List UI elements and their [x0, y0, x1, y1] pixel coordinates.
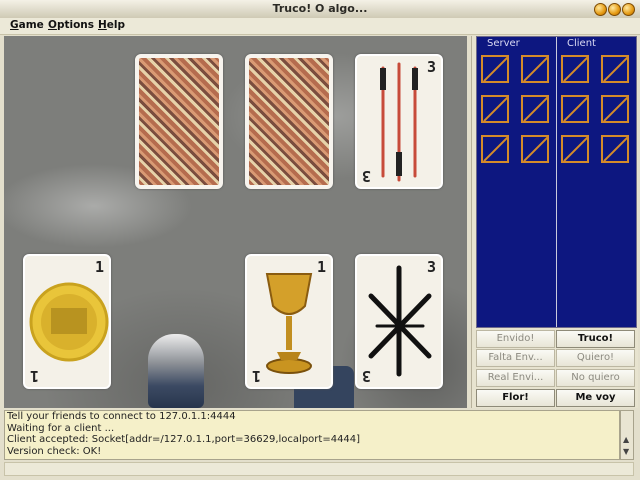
envido-button[interactable]: Envido! — [476, 330, 555, 348]
sneaker-image — [148, 334, 204, 408]
player-card-cup[interactable]: 1 1 — [245, 254, 333, 389]
log-line: Waiting for a client ... — [7, 422, 115, 434]
window-titlebar[interactable]: Truco! O algo... — [0, 0, 640, 19]
falta-envido-button[interactable]: Falta Env... — [476, 349, 555, 367]
club-suit-icon — [368, 265, 432, 377]
score-mark-icon — [601, 55, 629, 83]
score-mark-icon — [481, 55, 509, 83]
minimize-icon[interactable] — [594, 3, 607, 16]
window-title: Truco! O algo... — [272, 2, 368, 15]
quiero-button[interactable]: Quiero! — [556, 349, 635, 367]
score-mark-icon — [521, 135, 549, 163]
menu-game[interactable]: Game — [10, 19, 44, 31]
player-card-club[interactable]: 3 3 — [355, 254, 443, 389]
side-panel: Server Client Envido! Truco! Falta Env..… — [471, 36, 638, 408]
score-mark-icon — [481, 95, 509, 123]
sword-suit-icon — [380, 62, 418, 182]
menu-options[interactable]: Options — [48, 19, 94, 31]
menu-bar: Game Options Help — [0, 18, 640, 35]
score-mark-icon — [601, 95, 629, 123]
client-label: Client — [567, 38, 596, 49]
log-line: Tell your friends to connect to 127.0.1.… — [7, 411, 236, 422]
score-mark-icon — [561, 55, 589, 83]
no-quiero-button[interactable]: No quiero — [556, 369, 635, 387]
score-mark-icon — [561, 95, 589, 123]
menu-help[interactable]: Help — [98, 19, 125, 31]
me-voy-button[interactable]: Me voy — [556, 389, 635, 407]
game-table: 3 3 1 1 1 1 3 3 — [4, 36, 467, 408]
player-card-coin[interactable]: 1 1 — [23, 254, 111, 389]
flor-button[interactable]: Flor! — [476, 389, 555, 407]
score-mark-icon — [521, 95, 549, 123]
score-mark-icon — [481, 135, 509, 163]
message-log[interactable]: Tell your friends to connect to 127.0.1.… — [4, 410, 620, 460]
maximize-icon[interactable] — [608, 3, 621, 16]
log-line: Version check: OK! — [7, 445, 102, 457]
cup-suit-icon — [265, 273, 313, 374]
server-label: Server — [487, 38, 520, 49]
scoreboard: Server Client — [476, 36, 637, 328]
score-mark-icon — [601, 135, 629, 163]
input-bar[interactable] — [4, 462, 634, 476]
opponent-card-2 — [245, 54, 333, 189]
score-mark-icon — [521, 55, 549, 83]
scoreboard-divider — [556, 37, 557, 327]
score-mark-icon — [561, 135, 589, 163]
opponent-card-1 — [135, 54, 223, 189]
close-icon[interactable] — [622, 3, 635, 16]
coin-suit-icon — [29, 282, 109, 362]
scroll-down-icon[interactable]: ▼ — [623, 447, 629, 456]
opponent-card-3: 3 3 — [355, 54, 443, 189]
log-line: Client accepted: Socket[addr=/127.0.1.1,… — [7, 434, 361, 446]
real-envido-button[interactable]: Real Envi... — [476, 369, 555, 387]
truco-button[interactable]: Truco! — [556, 330, 635, 348]
scroll-up-icon[interactable]: ▲ — [623, 435, 629, 444]
log-scrollbar[interactable]: ▲ ▼ — [620, 410, 634, 460]
